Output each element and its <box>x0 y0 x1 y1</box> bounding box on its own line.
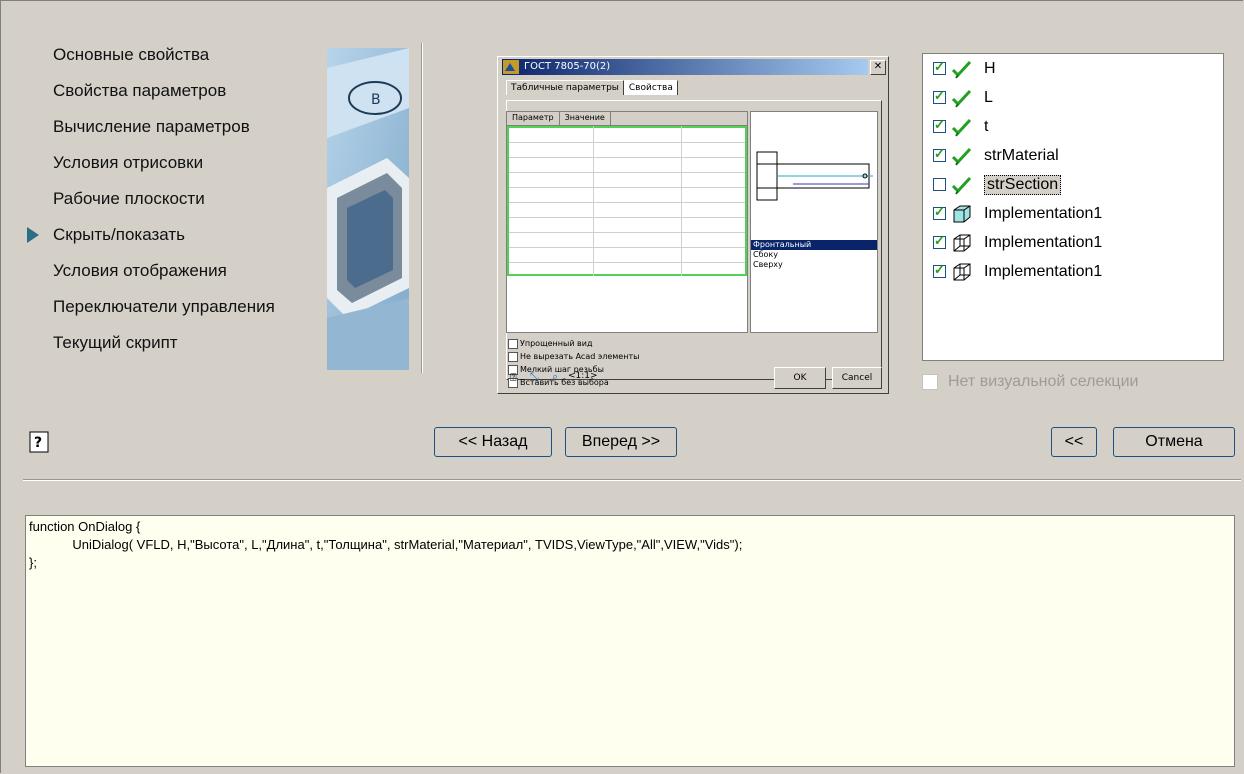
tree-item[interactable]: strSection <box>923 170 1223 199</box>
view-front: Фронтальный <box>751 240 877 250</box>
tree-item[interactable]: H <box>923 54 1223 83</box>
help-icon[interactable]: ? <box>29 431 49 453</box>
step-parameter-calculation[interactable]: Вычисление параметров <box>53 109 275 145</box>
tree-item-label: strSection <box>984 174 1062 195</box>
preview-option-no-cut: Не вырезать Acad элементы <box>508 350 639 363</box>
preview-highlight <box>507 126 747 276</box>
tree-item-label: H <box>984 59 996 77</box>
preview-param-grid: Параметр Значение <box>506 111 748 333</box>
check-mark-icon <box>950 175 974 195</box>
preview-cancel-button: Cancel <box>832 367 882 389</box>
visibility-tree[interactable]: HLt strMaterial strSection Implementation1 I… <box>922 53 1224 361</box>
view-top: Сверху <box>753 260 783 269</box>
preview-tab-table: Табличные параметры <box>506 80 624 95</box>
tree-item-checkbox[interactable] <box>933 59 946 75</box>
script-line-3: }; <box>29 555 37 570</box>
preview-tab-properties: Свойства <box>623 80 678 95</box>
preview-col-value: Значение <box>560 112 611 125</box>
tree-item-checkbox[interactable] <box>933 204 946 220</box>
tree-item-label: t <box>984 117 989 135</box>
svg-text:B: B <box>371 92 381 108</box>
script-line-1: function OnDialog { <box>29 519 141 534</box>
cube-wire-icon <box>950 262 974 282</box>
close-icon: ✕ <box>870 60 886 75</box>
cube-solid-icon <box>950 204 974 224</box>
step-parameter-properties[interactable]: Свойства параметров <box>53 73 275 109</box>
wizard-steps: Основные свойства Свойства параметров Вы… <box>27 37 275 361</box>
svg-text:?: ? <box>34 435 42 451</box>
step-basic-properties[interactable]: Основные свойства <box>53 37 275 73</box>
step-hide-show[interactable]: Скрыть/показать <box>27 217 275 253</box>
check-mark-icon <box>950 146 974 166</box>
preview-option-simplified: Упрощенный вид <box>508 337 639 350</box>
tree-item-label: Implementation1 <box>984 204 1103 222</box>
tree-item[interactable]: L <box>923 83 1223 112</box>
view-side: Сбоку <box>753 250 778 259</box>
preview-col-param: Параметр <box>507 112 560 125</box>
tree-item-checkbox[interactable] <box>933 88 946 104</box>
preview-drawing-panel: Фронтальный Сбоку Сверху <box>750 111 878 333</box>
cube-wire-icon <box>950 233 974 253</box>
step-current-script[interactable]: Текущий скрипт <box>53 325 275 361</box>
no-visual-selection-label: Нет визуальной селекции <box>948 373 1139 390</box>
preview-title: ГОСТ 7805-70(2) <box>524 61 611 72</box>
bolt-drawing-icon <box>756 151 873 201</box>
tree-item[interactable]: t <box>923 112 1223 141</box>
step-drawing-conditions[interactable]: Условия отрисовки <box>53 145 275 181</box>
tree-item-checkbox[interactable] <box>933 117 946 133</box>
tree-item[interactable]: strMaterial <box>923 141 1223 170</box>
app-icon <box>503 60 519 74</box>
dialog-preview: ГОСТ 7805-70(2) ✕ Табличные параметры Сво… <box>497 56 889 394</box>
tree-item-label: Implementation1 <box>984 262 1103 280</box>
pick-icon: ⤡ <box>530 370 539 383</box>
collapse-button[interactable]: << <box>1051 427 1097 457</box>
check-mark-icon <box>950 88 974 108</box>
no-visual-selection-checkbox[interactable] <box>922 374 938 390</box>
zoom-icon: ⌕ <box>552 370 559 383</box>
tree-item[interactable]: Implementation1 <box>923 199 1223 228</box>
tree-item-label: strMaterial <box>984 146 1059 164</box>
step-work-planes[interactable]: Рабочие плоскости <box>53 181 275 217</box>
script-editor[interactable]: function OnDialog { UniDialog( VFLD, H,"… <box>25 515 1235 767</box>
wizard-banner-image: B <box>327 48 409 370</box>
tree-item[interactable]: Implementation1 <box>923 228 1223 257</box>
preview-ok-button: OK <box>774 367 826 389</box>
preview-titlebar: ГОСТ 7805-70(2) ✕ <box>500 59 886 75</box>
check-mark-icon <box>950 117 974 137</box>
tree-item-checkbox[interactable] <box>933 233 946 249</box>
script-line-2: UniDialog( VFLD, H,"Высота", L,"Длина", … <box>29 537 743 552</box>
tree-item[interactable]: Implementation1 <box>923 257 1223 286</box>
step-display-conditions[interactable]: Условия отображения <box>53 253 275 289</box>
tree-item-checkbox[interactable] <box>933 178 946 191</box>
help-icon: ⍰ <box>510 371 517 384</box>
next-button[interactable]: Вперед >> <box>565 427 677 457</box>
vertical-divider <box>421 43 423 373</box>
step-control-switches[interactable]: Переключатели управления <box>53 289 275 325</box>
tree-item-checkbox[interactable] <box>933 262 946 278</box>
horizontal-divider <box>23 479 1241 481</box>
cancel-button[interactable]: Отмена <box>1113 427 1235 457</box>
back-button[interactable]: << Назад <box>434 427 552 457</box>
wizard-window: Основные свойства Свойства параметров Вы… <box>0 0 1243 773</box>
check-mark-icon <box>950 59 974 79</box>
tree-item-checkbox[interactable] <box>933 146 946 162</box>
tree-item-label: Implementation1 <box>984 233 1103 251</box>
tree-item-label: L <box>984 88 993 106</box>
no-visual-selection[interactable]: Нет визуальной селекции <box>922 373 1138 391</box>
preview-tabs: Табличные параметры Свойства <box>506 80 678 95</box>
preview-view-list: Фронтальный Сбоку Сверху <box>751 240 877 270</box>
preview-options: Упрощенный вид Не вырезать Acad элементы… <box>508 337 639 389</box>
preview-zoom: <1:1> <box>568 371 598 381</box>
